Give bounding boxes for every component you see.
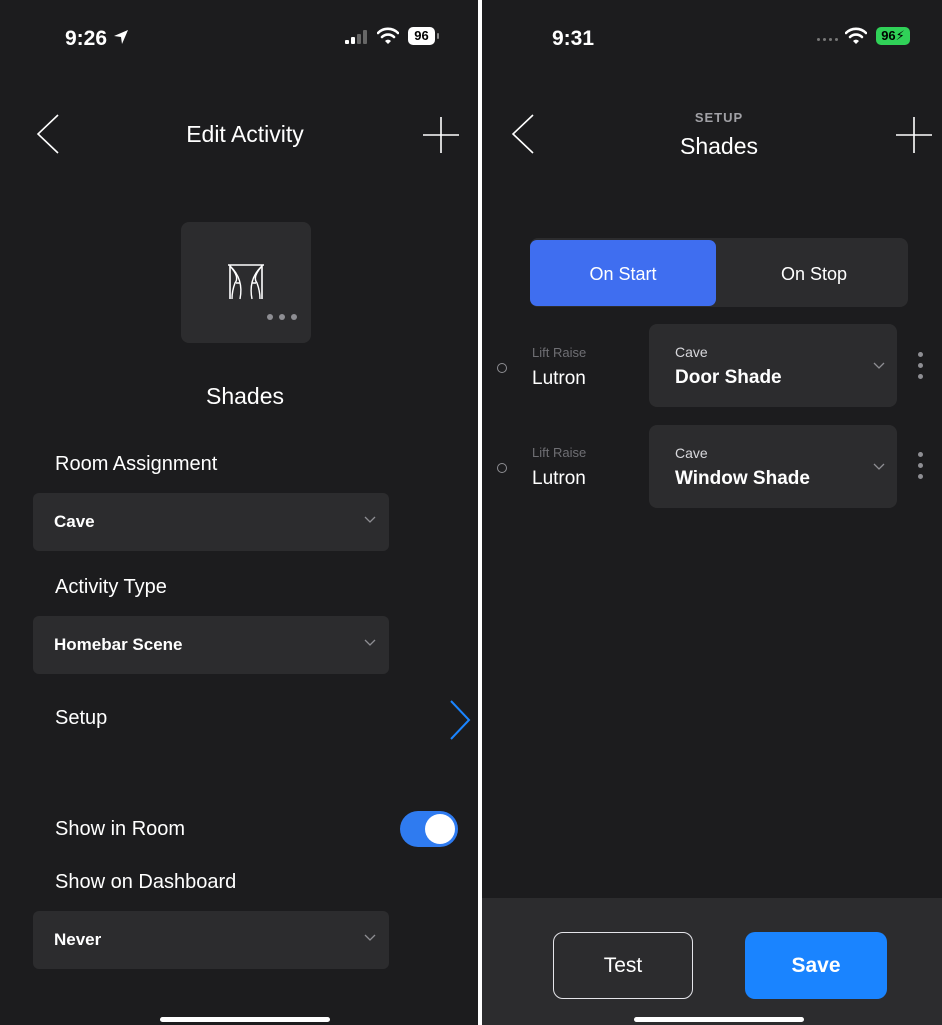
- show-in-room-toggle[interactable]: [400, 811, 458, 847]
- signal-icon: [345, 30, 369, 44]
- signal-icon: [817, 38, 839, 42]
- activity-type-label: Activity Type: [55, 576, 167, 598]
- battery-icon: 96⚡: [876, 27, 910, 45]
- chevron-down-icon: [364, 639, 376, 646]
- device-select[interactable]: Cave Door Shade: [649, 324, 897, 407]
- page-title: Shades: [679, 133, 758, 159]
- save-button[interactable]: Save: [745, 932, 887, 999]
- edit-activity-screen: 9:26 96 Edit Activity Shades Room Assign…: [0, 0, 478, 1025]
- chevron-down-icon: [364, 934, 376, 941]
- back-chevron-icon[interactable]: [35, 113, 61, 155]
- chevron-down-icon: [873, 463, 885, 470]
- page-subtitle: SETUP: [694, 110, 744, 125]
- test-button[interactable]: Test: [553, 932, 693, 999]
- start-stop-segmented-control: On Start On Stop: [530, 238, 908, 307]
- battery-cap: [437, 33, 439, 39]
- location-arrow-icon: [114, 30, 128, 44]
- row-radio[interactable]: [497, 463, 507, 473]
- curtains-icon: [228, 264, 264, 300]
- chevron-down-icon: [364, 516, 376, 523]
- segment-on-start[interactable]: On Start: [530, 240, 716, 306]
- show-in-room-label: Show in Room: [55, 818, 186, 840]
- row-action: Lift Raise: [532, 345, 587, 360]
- battery-level: 96: [881, 28, 896, 43]
- battery-icon: 96: [408, 27, 435, 45]
- page-title: Edit Activity: [186, 121, 304, 147]
- room-assignment-label: Room Assignment: [55, 453, 218, 475]
- setup-shades-screen: 9:31 96⚡ SETUP Shades On Start On Stop L…: [482, 0, 942, 1025]
- chevron-right-icon: [450, 700, 471, 740]
- row-brand: Lutron: [532, 468, 586, 489]
- chevron-down-icon: [873, 362, 885, 369]
- row-radio[interactable]: [497, 363, 507, 373]
- segment-on-start-label: On Start: [589, 264, 657, 284]
- segment-on-stop[interactable]: On Stop: [720, 240, 908, 306]
- setup-row[interactable]: Setup: [33, 690, 473, 750]
- wifi-icon: [377, 27, 399, 44]
- status-bar: 9:26 96: [0, 0, 478, 70]
- plus-icon[interactable]: [422, 116, 460, 154]
- wifi-icon: [845, 27, 867, 44]
- status-time: 9:31: [552, 27, 595, 50]
- device-room: Cave: [675, 445, 708, 461]
- activity-icon-tile[interactable]: [181, 222, 311, 343]
- show-on-dashboard-label: Show on Dashboard: [55, 871, 237, 893]
- activity-type-value: Homebar Scene: [54, 635, 183, 654]
- list-item: Lift Raise Lutron Cave Window Shade: [482, 422, 942, 512]
- battery-level: 96: [414, 28, 429, 43]
- row-brand: Lutron: [532, 368, 586, 389]
- row-action: Lift Raise: [532, 445, 587, 460]
- back-chevron-icon[interactable]: [510, 113, 536, 155]
- device-room: Cave: [675, 344, 708, 360]
- setup-label: Setup: [55, 707, 108, 729]
- device-select[interactable]: Cave Window Shade: [649, 425, 897, 508]
- room-assignment-value: Cave: [54, 512, 95, 531]
- kebab-icon[interactable]: [918, 352, 923, 379]
- segment-on-stop-label: On Stop: [780, 264, 848, 284]
- home-indicator: [160, 1017, 330, 1022]
- toggle-knob: [425, 814, 455, 844]
- list-item: Lift Raise Lutron Cave Door Shade: [482, 322, 942, 412]
- device-name: Window Shade: [675, 468, 810, 489]
- device-name: Door Shade: [675, 367, 782, 388]
- show-on-dashboard-value: Never: [54, 930, 102, 949]
- home-indicator: [634, 1017, 804, 1022]
- status-bar: 9:31 96⚡: [482, 0, 942, 70]
- activity-type-select[interactable]: Homebar Scene: [33, 616, 389, 674]
- show-on-dashboard-select[interactable]: Never: [33, 911, 389, 969]
- kebab-icon[interactable]: [918, 452, 923, 479]
- status-time: 9:26: [65, 27, 108, 50]
- bolt-icon: ⚡: [895, 28, 905, 43]
- plus-icon[interactable]: [895, 116, 933, 154]
- more-dots-icon[interactable]: [267, 314, 301, 320]
- room-assignment-select[interactable]: Cave: [33, 493, 389, 551]
- activity-name: Shades: [205, 383, 284, 409]
